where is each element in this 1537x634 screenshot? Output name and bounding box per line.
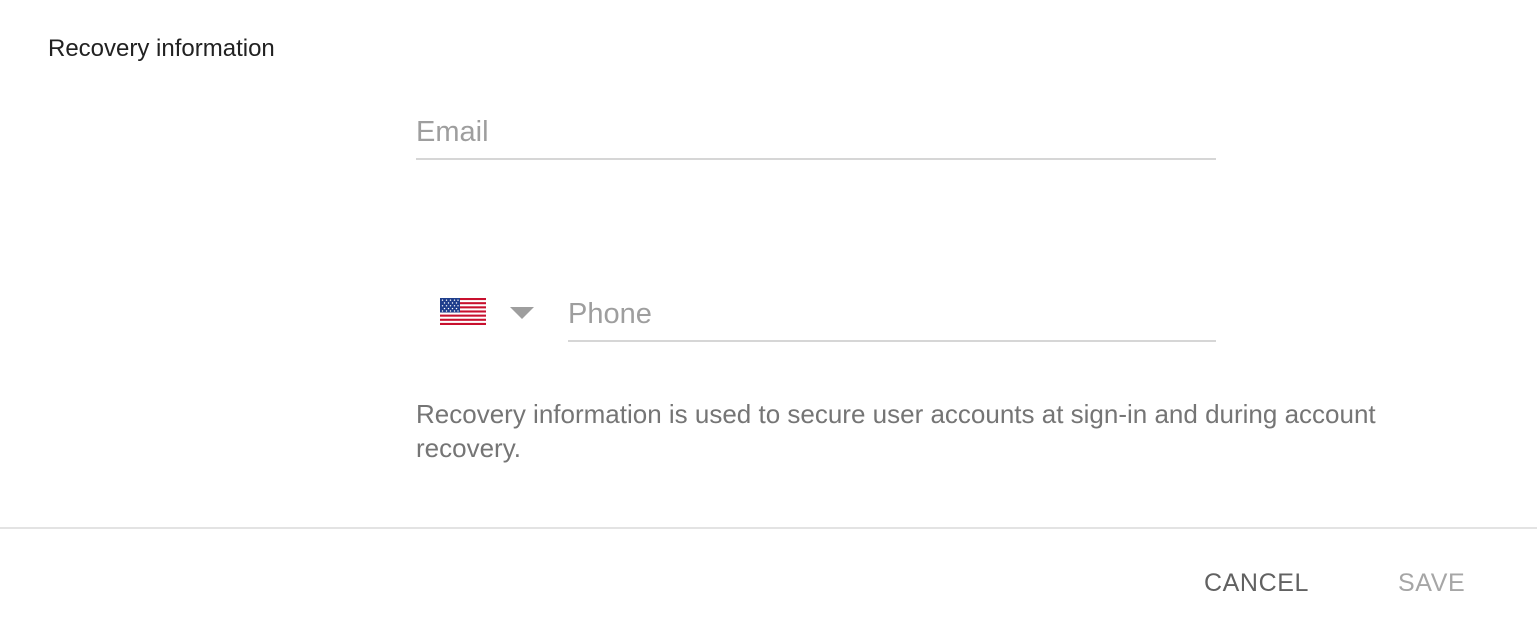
recovery-help-text: Recovery information is used to secure u… <box>416 399 1376 463</box>
us-flag-icon <box>440 298 486 325</box>
country-code-selector[interactable] <box>432 290 546 334</box>
phone-field[interactable] <box>568 286 1216 342</box>
email-field[interactable] <box>416 104 1216 160</box>
save-button[interactable]: SAVE <box>1386 560 1477 606</box>
cancel-button[interactable]: CANCEL <box>1192 560 1321 606</box>
phone-input[interactable] <box>568 294 1216 334</box>
section-title: Recovery information <box>48 35 275 62</box>
email-input[interactable] <box>416 112 1216 152</box>
footer-divider <box>0 527 1537 529</box>
recovery-information-panel: Recovery information Email Phone Recover… <box>0 0 1537 634</box>
dropdown-caret-icon[interactable] <box>510 307 534 319</box>
